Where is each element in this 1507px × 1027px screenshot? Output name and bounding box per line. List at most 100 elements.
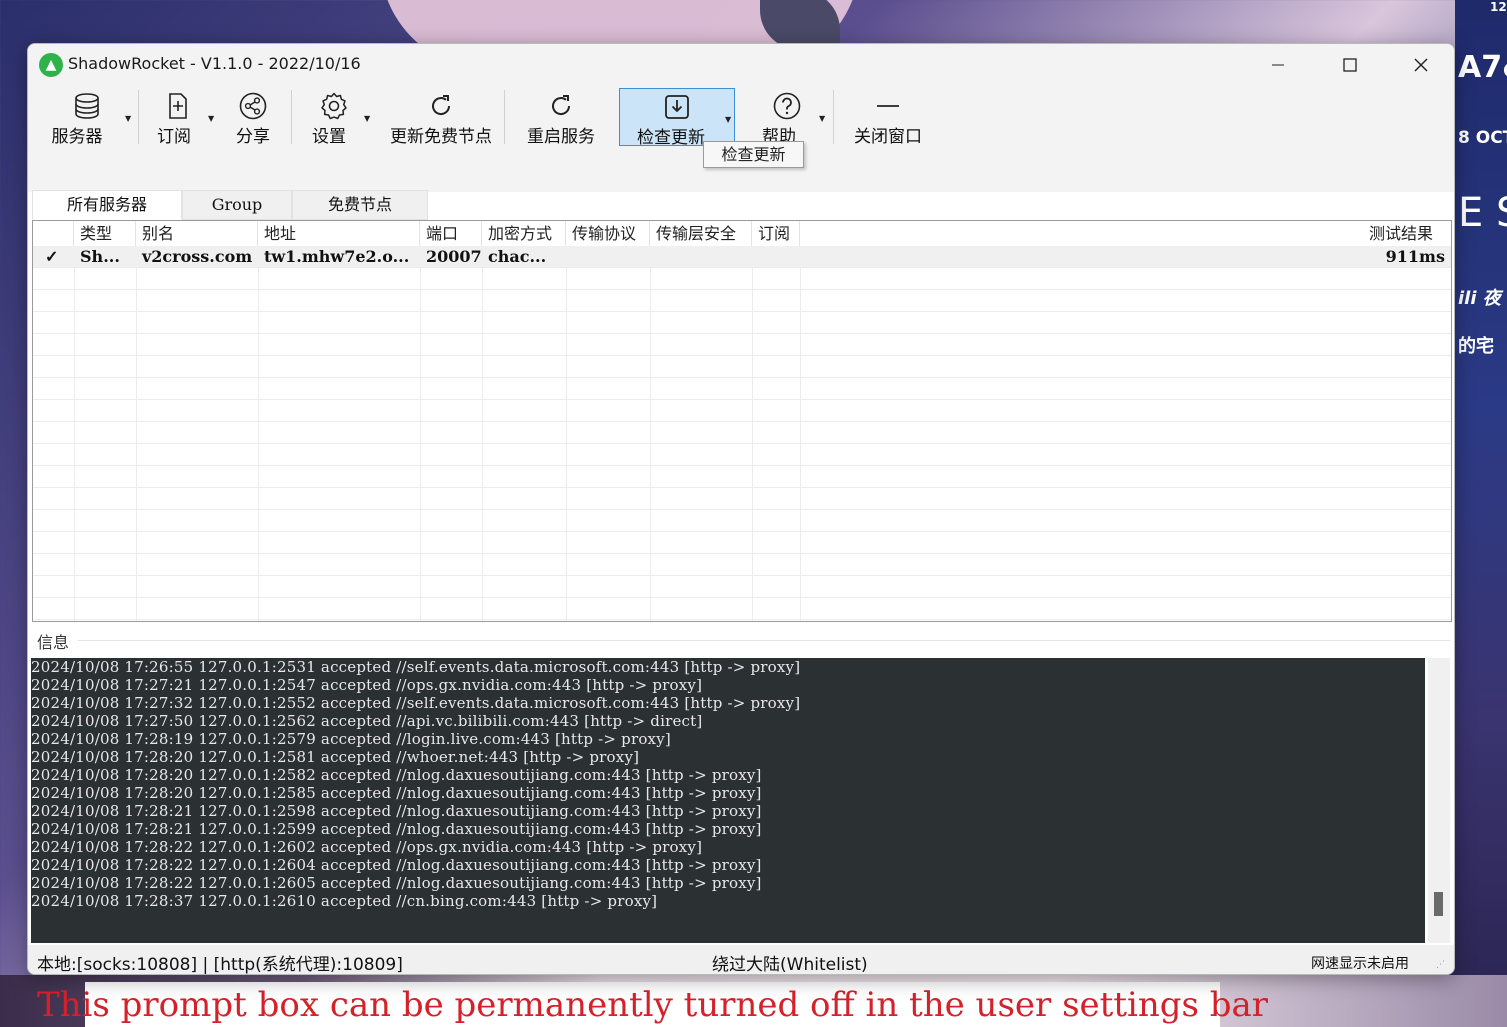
restart-icon — [512, 92, 610, 122]
info-label: 信息 — [37, 633, 70, 652]
check-update-button[interactable]: 检查更新 ▼ — [619, 88, 735, 148]
table-row-empty — [33, 268, 1451, 290]
chevron-down-icon[interactable]: ▼ — [208, 114, 214, 123]
table-row-empty — [33, 532, 1451, 554]
toolbar-separator — [504, 90, 505, 144]
row-address: tw1.mhw7e2.o... — [264, 247, 410, 266]
title-bar[interactable]: ▲ ShadowRocket - V1.1.0 - 2022/10/16 — [28, 44, 1454, 86]
tab-free-nodes[interactable]: 免费节点 — [292, 190, 428, 220]
share-button[interactable]: 分享 — [220, 88, 286, 147]
maximize-button[interactable] — [1315, 44, 1385, 86]
minimize-button[interactable] — [1243, 44, 1313, 86]
column-header-encryption[interactable]: 加密方式 — [482, 221, 566, 246]
resize-grip-icon[interactable]: ⋰ — [1436, 960, 1448, 972]
database-icon — [38, 92, 136, 122]
column-header-type[interactable]: 类型 — [74, 221, 136, 246]
row-tls — [650, 246, 752, 268]
chevron-down-icon[interactable]: ▼ — [819, 114, 825, 123]
desktop-text: ili 夜 — [1458, 288, 1501, 309]
column-header-tls[interactable]: 传输层安全 — [650, 221, 752, 246]
column-header-check[interactable] — [33, 221, 74, 246]
close-window-label: 关闭窗口 — [854, 127, 922, 147]
log-line: 2024/10/08 17:27:50 127.0.0.1:2562 accep… — [31, 712, 703, 730]
settings-button[interactable]: 设置 ▼ — [294, 88, 374, 147]
close-icon — [1414, 58, 1428, 72]
subscribe-button[interactable]: 订阅 ▼ — [140, 88, 216, 147]
toolbar-separator — [833, 90, 834, 144]
table-row-empty — [33, 488, 1451, 510]
column-header-address[interactable]: 地址 — [258, 221, 420, 246]
log-line: 2024/10/08 17:28:20 127.0.0.1:2582 accep… — [31, 766, 762, 784]
servers-label: 服务器 — [51, 127, 103, 147]
log-line: 2024/10/08 17:26:55 127.0.0.1:2531 accep… — [31, 658, 801, 676]
row-alias: v2cross.com — [142, 247, 253, 266]
desktop-wallpaper-right — [1455, 0, 1507, 1027]
table-row[interactable]: ✓ Sh... v2cross.com tw1.mhw7e2.o... 2000… — [33, 246, 1451, 268]
help-icon — [744, 92, 830, 122]
chevron-down-icon[interactable]: ▼ — [125, 114, 131, 123]
log-console[interactable]: 2024/10/08 17:26:55 127.0.0.1:2531 accep… — [31, 658, 1425, 943]
close-button[interactable] — [1386, 44, 1454, 86]
row-subscription — [752, 246, 800, 268]
minimize-icon — [1272, 64, 1284, 66]
log-line: 2024/10/08 17:28:20 127.0.0.1:2581 accep… — [31, 748, 640, 766]
log-line: 2024/10/08 17:28:37 127.0.0.1:2610 accep… — [31, 892, 658, 910]
refresh-icon — [382, 92, 500, 122]
update-free-nodes-button[interactable]: 更新免费节点 — [382, 88, 500, 147]
table-row-empty — [33, 378, 1451, 400]
server-table: 类型 别名 地址 端口 加密方式 传输协议 传输层安全 订阅 测试结果 ✓ Sh… — [32, 220, 1452, 622]
download-icon — [620, 93, 734, 123]
column-header-subscription[interactable]: 订阅 — [752, 221, 800, 246]
row-transport — [566, 246, 650, 268]
settings-label: 设置 — [312, 127, 346, 147]
app-window: ▲ ShadowRocket - V1.1.0 - 2022/10/16 服务器… — [27, 43, 1455, 975]
chevron-down-icon[interactable]: ▼ — [364, 114, 370, 123]
close-window-button[interactable]: 关闭窗口 — [840, 88, 936, 147]
rocket-icon: ▲ — [39, 53, 63, 77]
table-row-empty — [33, 598, 1451, 620]
subscribe-label: 订阅 — [157, 127, 191, 147]
log-line: 2024/10/08 17:28:19 127.0.0.1:2579 accep… — [31, 730, 671, 748]
update-free-nodes-label: 更新免费节点 — [390, 127, 492, 147]
log-line: 2024/10/08 17:28:21 127.0.0.1:2598 accep… — [31, 802, 762, 820]
info-divider — [78, 640, 1450, 641]
restart-service-button[interactable]: 重启服务 — [512, 88, 610, 147]
help-button[interactable]: 帮助 ▼ — [744, 88, 830, 147]
row-encryption: chac... — [488, 247, 547, 266]
desktop-text: 8 OCT — [1458, 128, 1507, 148]
column-header-port[interactable]: 端口 — [420, 221, 482, 246]
subscribe-icon — [140, 92, 216, 122]
log-line: 2024/10/08 17:28:22 127.0.0.1:2602 accep… — [31, 838, 703, 856]
table-row-empty — [33, 334, 1451, 356]
status-speed: 网速显示未启用 — [1311, 956, 1409, 972]
log-scrollbar-thumb[interactable] — [1434, 892, 1443, 916]
column-header-result[interactable]: 测试结果 — [1363, 221, 1451, 246]
row-port: 20007 — [426, 247, 482, 266]
desktop-text: 12 — [1490, 0, 1507, 14]
row-check-icon[interactable]: ✓ — [39, 246, 74, 268]
status-routing-mode[interactable]: 绕过大陆(Whitelist) — [712, 950, 868, 974]
tab-group[interactable]: Group — [182, 190, 292, 220]
tab-all-servers[interactable]: 所有服务器 — [32, 190, 182, 220]
window-title: ShadowRocket - V1.1.0 - 2022/10/16 — [68, 54, 361, 73]
table-row-empty — [33, 466, 1451, 488]
minus-icon — [840, 92, 936, 122]
maximize-icon — [1343, 58, 1357, 72]
desktop-text: E S — [1458, 190, 1507, 236]
table-row-empty — [33, 400, 1451, 422]
restart-service-label: 重启服务 — [527, 127, 595, 147]
table-row-empty — [33, 510, 1451, 532]
row-type: Sh... — [80, 247, 120, 266]
column-header-transport[interactable]: 传输协议 — [566, 221, 650, 246]
table-row-empty — [33, 290, 1451, 312]
servers-button[interactable]: 服务器 ▼ — [38, 88, 136, 147]
log-line: 2024/10/08 17:27:21 127.0.0.1:2547 accep… — [31, 676, 703, 694]
tooltip: 检查更新 — [703, 141, 804, 168]
log-line: 2024/10/08 17:28:21 127.0.0.1:2599 accep… — [31, 820, 762, 838]
gear-icon — [294, 92, 374, 122]
log-line: 2024/10/08 17:28:22 127.0.0.1:2605 accep… — [31, 874, 762, 892]
status-local-ports: 本地:[socks:10808] | [http(系统代理):10809] — [37, 955, 403, 975]
log-line: 2024/10/08 17:28:22 127.0.0.1:2604 accep… — [31, 856, 762, 874]
column-header-alias[interactable]: 别名 — [136, 221, 258, 246]
desktop-text: A7& — [1458, 50, 1507, 85]
